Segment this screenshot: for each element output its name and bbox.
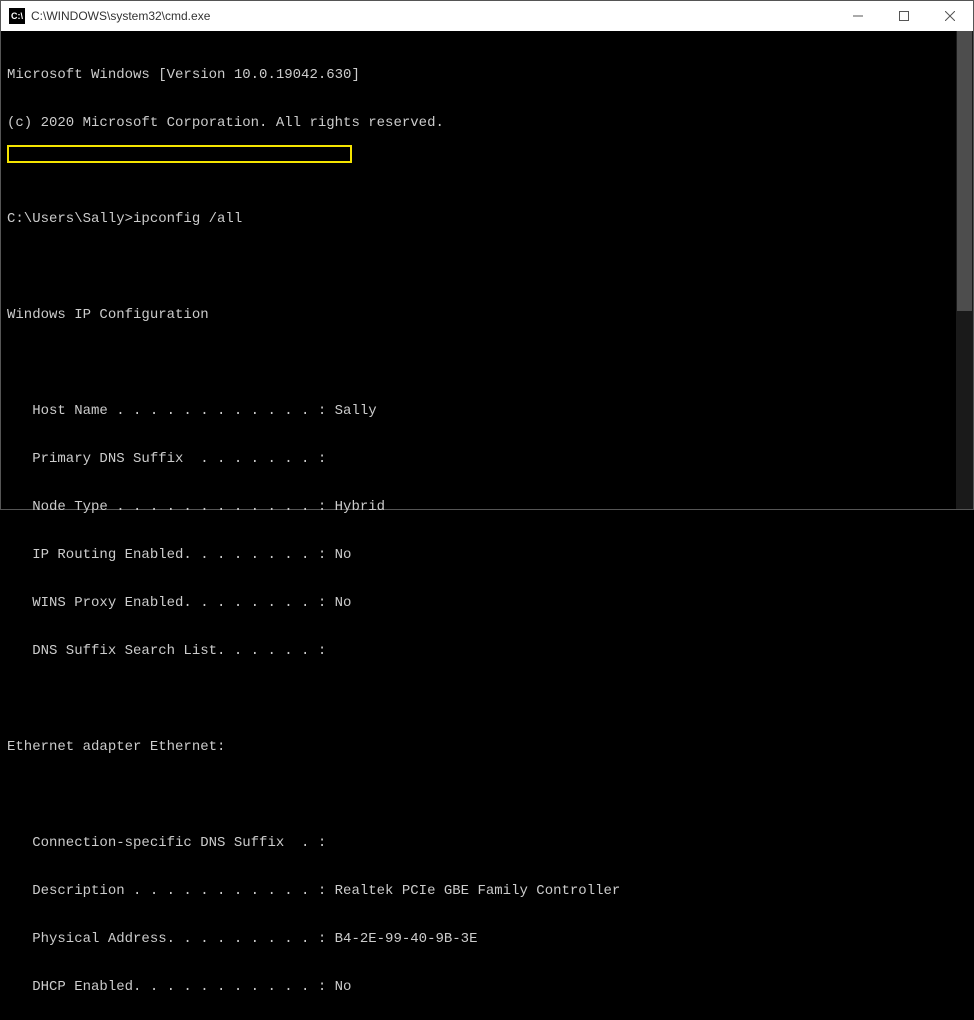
copyright-line: (c) 2020 Microsoft Corporation. All righ… — [7, 115, 967, 131]
command-prompt-line: C:\Users\Sally>ipconfig /all — [7, 211, 967, 227]
vertical-scrollbar[interactable] — [956, 31, 973, 509]
window-title: C:\WINDOWS\system32\cmd.exe — [31, 9, 210, 23]
scrollbar-thumb[interactable] — [957, 31, 972, 311]
dns-suffix-list-line: DNS Suffix Search List. . . . . . : — [7, 643, 967, 659]
host-name-line: Host Name . . . . . . . . . . . . : Sall… — [7, 403, 967, 419]
primary-dns-suffix-line: Primary DNS Suffix . . . . . . . : — [7, 451, 967, 467]
host-name-highlight — [7, 145, 352, 163]
window-titlebar: C:\ C:\WINDOWS\system32\cmd.exe — [1, 1, 973, 31]
ip-routing-line: IP Routing Enabled. . . . . . . . : No — [7, 547, 967, 563]
minimize-button[interactable] — [835, 1, 881, 31]
terminal-output[interactable]: Microsoft Windows [Version 10.0.19042.63… — [1, 31, 973, 1020]
conn-dns-suffix-line: Connection-specific DNS Suffix . : — [7, 835, 967, 851]
wins-proxy-line: WINS Proxy Enabled. . . . . . . . : No — [7, 595, 967, 611]
physical-address-line: Physical Address. . . . . . . . . : B4-2… — [7, 931, 967, 947]
cmd-icon: C:\ — [9, 8, 25, 24]
section-header-win-ip: Windows IP Configuration — [7, 307, 967, 323]
node-type-line: Node Type . . . . . . . . . . . . : Hybr… — [7, 499, 967, 515]
maximize-button[interactable] — [881, 1, 927, 31]
section-header-ethernet: Ethernet adapter Ethernet: — [7, 739, 967, 755]
dhcp-enabled-line: DHCP Enabled. . . . . . . . . . . : No — [7, 979, 967, 995]
description-line: Description . . . . . . . . . . . : Real… — [7, 883, 967, 899]
version-line: Microsoft Windows [Version 10.0.19042.63… — [7, 67, 967, 83]
close-button[interactable] — [927, 1, 973, 31]
